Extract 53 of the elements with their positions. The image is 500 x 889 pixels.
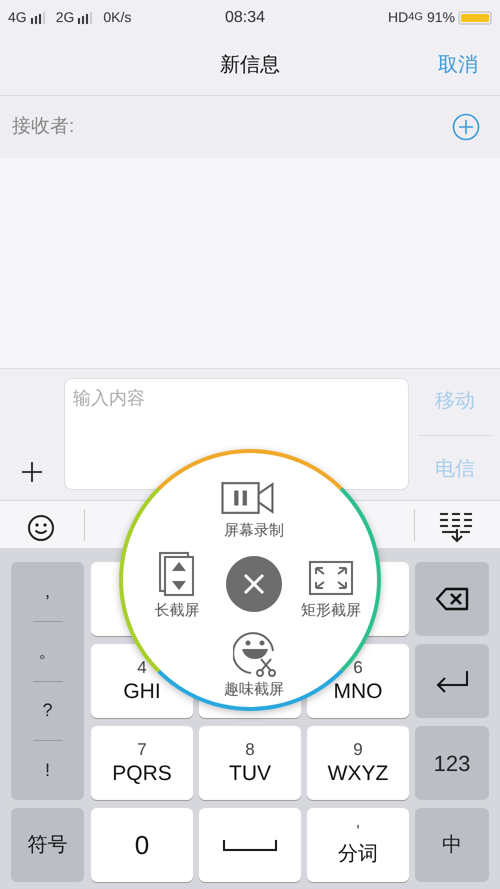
network-label: 2G [56, 8, 74, 27]
recipient-label: 接收者: [12, 114, 74, 139]
key-label: 分词 [338, 842, 378, 867]
key-letters: TUV [229, 761, 271, 787]
key-digit: 4 [137, 657, 147, 679]
signal-icon [77, 12, 94, 24]
number-key[interactable]: 123 [415, 726, 489, 800]
menu-label[interactable]: 矩形截屏 [291, 600, 371, 622]
key-digit: 9 [353, 739, 363, 761]
signal-icon [30, 12, 46, 24]
menu-label[interactable]: 屏幕录制 [204, 520, 304, 542]
pages-icon[interactable] [159, 552, 195, 596]
hd-label: HD [388, 8, 408, 27]
smiley-icon[interactable] [27, 514, 55, 542]
key-letters: PQRS [112, 761, 172, 787]
backspace-icon [435, 587, 469, 611]
symbol-key[interactable]: 。 [11, 622, 84, 680]
key-letters: WXYZ [328, 761, 388, 787]
menu-label[interactable]: 趣味截屏 [204, 679, 304, 702]
keypad-key[interactable]: 7 PQRS [91, 726, 193, 800]
key-letters: MNO [334, 679, 382, 705]
keypad-key[interactable]: ' 分词 [307, 808, 409, 882]
key-digit: 7 [137, 739, 147, 761]
add-icon[interactable] [21, 461, 43, 483]
close-icon [243, 573, 265, 595]
add-contact-icon[interactable] [452, 113, 480, 141]
enter-key[interactable] [415, 644, 489, 718]
symbol-key[interactable]: ? [11, 682, 84, 740]
symbols-key[interactable]: 符号 [11, 808, 84, 882]
smiley-scissors-icon[interactable] [233, 629, 277, 677]
battery-percent: 91% [426, 8, 455, 27]
key-hint: ' [356, 823, 360, 841]
keypad-key[interactable]: 0 [91, 808, 193, 882]
key-digit: 6 [353, 657, 363, 679]
backspace-key[interactable] [415, 562, 489, 636]
clock: 08:34 [225, 8, 266, 28]
speed-label: 0K/s [103, 8, 132, 27]
network-label: 4G [408, 10, 423, 25]
expand-icon[interactable] [309, 561, 353, 595]
network-label: 4G [8, 8, 27, 27]
language-key[interactable]: 中 [415, 808, 489, 882]
symbol-key[interactable]: , [11, 562, 84, 621]
camera-icon[interactable] [220, 481, 276, 515]
keypad-key[interactable]: 8 TUV [199, 726, 301, 800]
menu-label[interactable]: 长截屏 [137, 600, 217, 622]
key-digit: 8 [245, 739, 255, 761]
symbol-key[interactable]: ! [11, 741, 84, 800]
enter-icon [435, 669, 469, 693]
space-icon [223, 839, 277, 851]
keypad-key[interactable]: 9 WXYZ [307, 726, 409, 800]
battery-icon [458, 10, 492, 24]
key-letters: GHI [123, 679, 161, 705]
screen-title: 新信息 [220, 53, 280, 78]
